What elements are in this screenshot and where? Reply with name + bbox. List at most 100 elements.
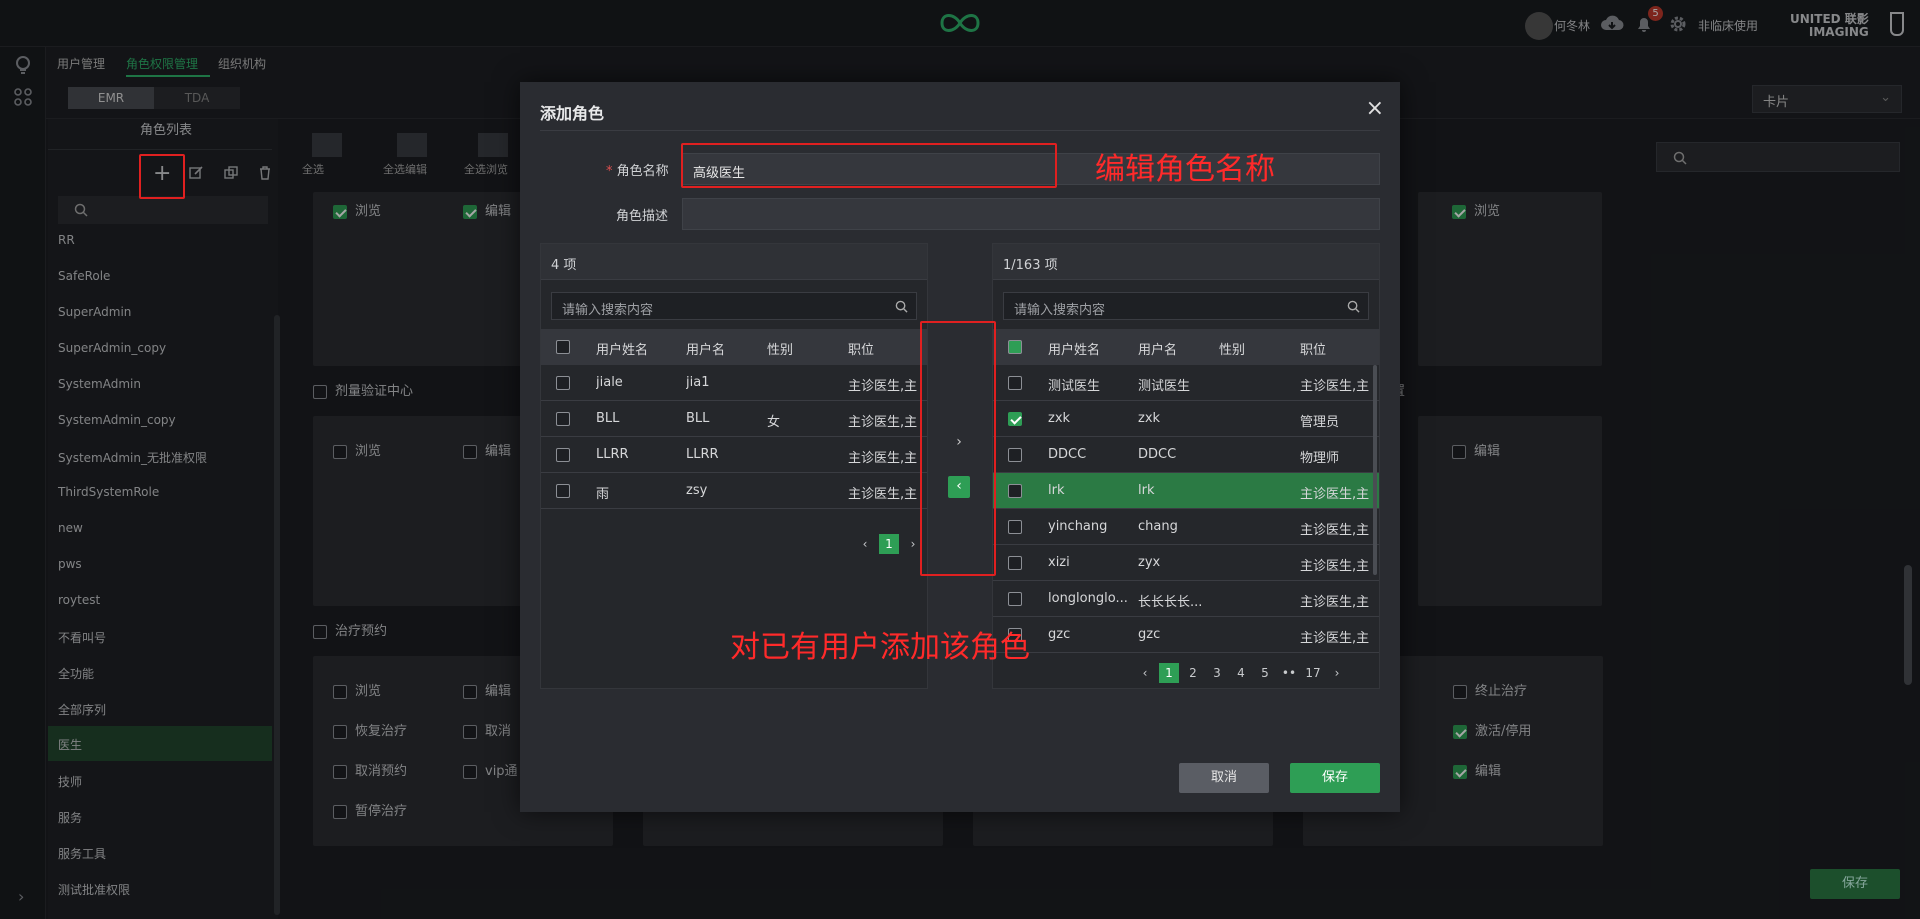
cell-fullname: xizi <box>1048 555 1070 570</box>
row-checkbox[interactable] <box>1008 555 1022 570</box>
annotation-add-existing: 对已有用户添加该角色 <box>730 630 1030 665</box>
table-row[interactable]: gzc gzc 主诊医生,主 <box>993 617 1379 653</box>
annotation-box-add <box>139 154 185 199</box>
prev-page-icon[interactable]: ‹ <box>855 534 875 554</box>
cell-position: 主诊医生,主 <box>1300 523 1370 538</box>
table-row[interactable]: DDCC DDCC 物理师 <box>993 437 1379 473</box>
next-page-icon[interactable]: › <box>1327 663 1347 683</box>
table-row[interactable]: zxk zxk 管理员 <box>993 401 1379 437</box>
page-button[interactable]: 2 <box>1183 663 1203 683</box>
annotation-edit-name: 编辑角色名称 <box>1095 152 1275 187</box>
cell-fullname: jiale <box>596 375 623 390</box>
row-checkbox[interactable] <box>1008 591 1022 606</box>
available-pagination: ‹ 1 2 3 4 5 •• 17 › <box>1133 663 1349 683</box>
cell-username: zsy <box>686 483 708 498</box>
cell-position: 主诊医生,主 <box>1300 559 1370 574</box>
required-mark: * <box>606 164 617 179</box>
close-icon[interactable]: × <box>1366 96 1384 121</box>
search-placeholder: 请输入搜索内容 <box>1014 303 1106 318</box>
page-button[interactable]: 1 <box>1159 663 1179 683</box>
cell-fullname: longlonglo... <box>1048 591 1128 606</box>
cell-username: zxk <box>1138 411 1161 426</box>
row-checkbox[interactable] <box>1008 411 1022 426</box>
page-button[interactable]: 4 <box>1231 663 1251 683</box>
row-checkbox[interactable] <box>556 411 570 426</box>
cell-username: gzc <box>1138 627 1161 642</box>
table-row[interactable]: 测试医生 测试医生 主诊医生,主 <box>993 365 1379 401</box>
row-checkbox[interactable] <box>1008 447 1022 462</box>
cell-position: 主诊医生,主 <box>1300 631 1370 646</box>
role-name-label: * 角色名称 <box>606 160 669 179</box>
row-checkbox[interactable] <box>1008 483 1022 498</box>
assigned-search-input[interactable]: 请输入搜索内容 <box>551 292 917 320</box>
prev-page-icon[interactable]: ‹ <box>1135 663 1155 683</box>
table-row[interactable]: 雨 zsy 主诊医生,主 <box>541 473 927 509</box>
cell-username: zyx <box>1138 555 1161 570</box>
cell-position: 物理师 <box>1300 451 1340 466</box>
role-name-label-text: 角色名称 <box>616 164 669 179</box>
cell-fullname: 雨 <box>596 487 610 502</box>
annotation-box-transfer <box>920 321 996 576</box>
cell-fullname: yinchang <box>1048 519 1108 534</box>
cancel-button[interactable]: 取消 <box>1179 763 1269 793</box>
cell-fullname: gzc <box>1048 627 1071 642</box>
row-checkbox[interactable] <box>556 447 570 462</box>
col-fullname: 用户姓名 <box>1048 343 1101 358</box>
cell-fullname: LLRR <box>596 447 629 462</box>
dialog-divider <box>540 130 1380 131</box>
table-row[interactable]: jiale jia1 主诊医生,主 <box>541 365 927 401</box>
col-gender: 性别 <box>767 343 794 358</box>
cell-username: jia1 <box>686 375 710 390</box>
search-icon <box>1347 300 1360 313</box>
row-checkbox[interactable] <box>1008 375 1022 390</box>
row-checkbox[interactable] <box>556 375 570 390</box>
available-users-panel: 1/163 项 请输入搜索内容 用户姓名 用户名 性别 职位 测试医生 测试医生… <box>992 243 1380 689</box>
search-icon <box>895 300 908 313</box>
col-username: 用户名 <box>1138 343 1178 358</box>
table-row[interactable]: LLRR LLRR 主诊医生,主 <box>541 437 927 473</box>
search-placeholder: 请输入搜索内容 <box>562 303 654 318</box>
cell-position: 主诊医生,主 <box>1300 379 1370 394</box>
cell-position: 管理员 <box>1300 415 1340 430</box>
dialog-title: 添加角色 <box>540 104 605 123</box>
table-row[interactable]: xizi zyx 主诊医生,主 <box>993 545 1379 581</box>
cell-gender: 女 <box>767 415 781 430</box>
cell-position: 主诊医生,主 <box>1300 487 1370 502</box>
table-row[interactable]: yinchang chang 主诊医生,主 <box>993 509 1379 545</box>
annotation-box-name <box>681 143 1057 188</box>
available-search-input[interactable]: 请输入搜索内容 <box>1003 292 1369 320</box>
table-row[interactable]: longlonglo... 长长长长... 主诊医生,主 <box>993 581 1379 617</box>
row-checkbox[interactable] <box>1008 519 1022 534</box>
cell-username: chang <box>1138 519 1178 534</box>
col-position: 职位 <box>1300 343 1327 358</box>
cell-position: 主诊医生,主 <box>848 487 918 502</box>
cell-fullname: 测试医生 <box>1048 379 1101 394</box>
col-gender: 性别 <box>1219 343 1246 358</box>
col-fullname: 用户姓名 <box>596 343 649 358</box>
save-button[interactable]: 保存 <box>1290 763 1380 793</box>
cell-username: lrk <box>1138 483 1155 498</box>
table-header: 用户姓名 用户名 性别 职位 <box>993 329 1379 365</box>
page-button[interactable]: 1 <box>879 534 899 554</box>
assigned-pagination: ‹ 1 › <box>853 534 925 554</box>
cell-fullname: zxk <box>1048 411 1071 426</box>
page-button[interactable]: 5 <box>1255 663 1275 683</box>
cell-fullname: DDCC <box>1048 447 1087 462</box>
available-count: 1/163 项 <box>993 244 1379 280</box>
cell-position: 主诊医生,主 <box>848 415 918 430</box>
cell-fullname: lrk <box>1048 483 1065 498</box>
page-ellipsis[interactable]: •• <box>1279 663 1299 683</box>
role-desc-label: 角色描述 <box>616 209 669 224</box>
assigned-count: 4 项 <box>541 244 927 280</box>
select-all-checkbox[interactable] <box>1008 339 1022 354</box>
row-checkbox[interactable] <box>556 483 570 498</box>
cell-position: 主诊医生,主 <box>848 451 918 466</box>
cell-position: 主诊医生,主 <box>1300 595 1370 610</box>
role-desc-textarea[interactable] <box>682 198 1380 230</box>
page-button[interactable]: 17 <box>1303 663 1323 683</box>
page-button[interactable]: 3 <box>1207 663 1227 683</box>
table-row[interactable]: BLL BLL 女 主诊医生,主 <box>541 401 927 437</box>
table-row-highlighted[interactable]: lrk lrk 主诊医生,主 <box>993 473 1379 509</box>
select-all-checkbox[interactable] <box>556 339 570 354</box>
table-scrollbar[interactable] <box>1373 365 1377 575</box>
